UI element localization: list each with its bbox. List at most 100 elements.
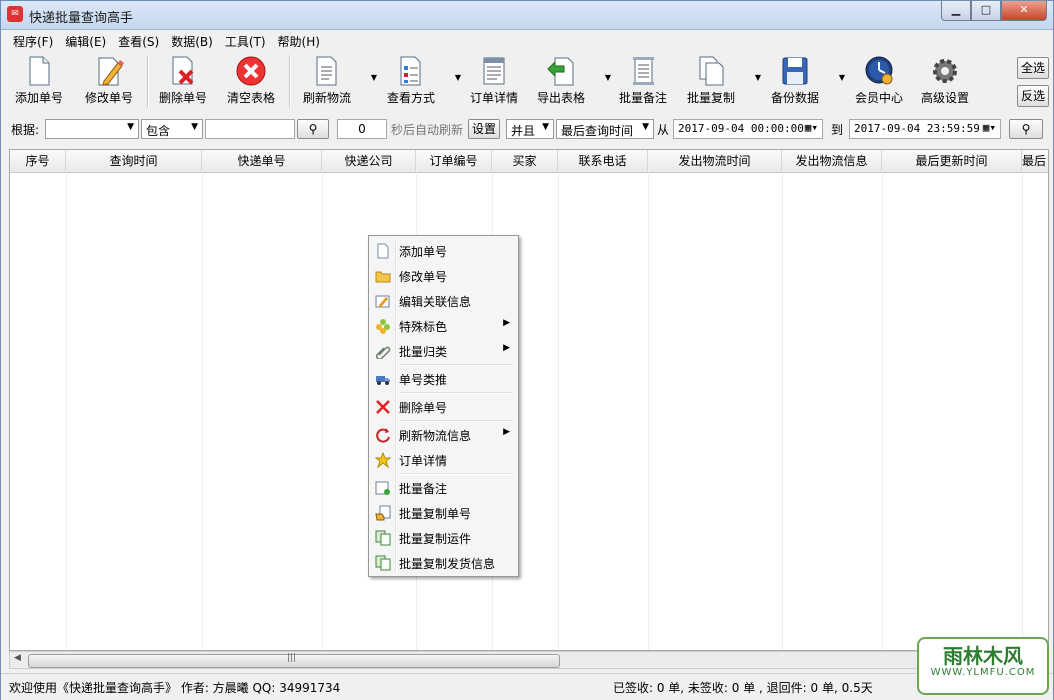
gear-icon (933, 59, 957, 83)
context-item-batch-note[interactable]: 批量备注 (371, 476, 516, 499)
scroll-note-icon (633, 57, 654, 85)
scrollbar-thumb[interactable]: ||| (28, 653, 560, 668)
view-mode-button[interactable]: 查看方式 ▼ (379, 53, 461, 111)
results-table[interactable]: 序号 查询时间 快递单号 快递公司 订单编号 买家 联系电话 发出物流时间 发出… (9, 149, 1049, 651)
export-arrow-icon (547, 57, 574, 86)
copy-hand-icon (375, 505, 391, 521)
table-header: 序号 查询时间 快递单号 快递公司 订单编号 买家 联系电话 发出物流时间 发出… (10, 150, 1048, 173)
blank-page-icon (29, 56, 50, 86)
date-search-button[interactable]: ⚲ (1009, 119, 1043, 139)
context-item-label: 特殊标色 (399, 320, 448, 334)
export-table-button[interactable]: 导出表格 ▼ (529, 53, 611, 111)
batch-copy-button[interactable]: 批量复制 ▼ (679, 53, 761, 111)
horizontal-scrollbar[interactable]: ◀ ||| ▶ (9, 651, 1047, 669)
menu-view[interactable]: 查看(S) (112, 31, 165, 51)
backup-dropdown-icon[interactable]: ▼ (839, 73, 845, 82)
title-bar[interactable]: ✉ 快递批量查询高手 ▁ □ ✕ (1, 1, 1053, 30)
to-datetime-value: 2017-09-04 23:59:59 (854, 122, 980, 135)
batch-note-button[interactable]: 批量备注 (611, 53, 675, 111)
advanced-settings-label: 高级设置 (920, 91, 969, 105)
time-field-value: 最后查询时间 (561, 124, 634, 138)
blank-page-icon (377, 243, 389, 259)
grid-divider (558, 172, 559, 650)
time-field-select[interactable]: 最后查询时间 ▼ (556, 119, 654, 139)
delete-number-button[interactable]: 删除单号 (151, 53, 215, 111)
to-datetime-input[interactable]: 2017-09-04 23:59:59 ▦▾ (849, 119, 1001, 139)
column-header-last-update[interactable]: 最后更新时间 (882, 150, 1022, 172)
close-icon[interactable]: ✕ (1001, 1, 1047, 21)
context-item-batch-copy-shipment[interactable]: 批量复制运件 (371, 526, 516, 549)
toolbar: 添加单号 修改单号 删除单号 清空表格 刷新物流 ▼ 查看方式 ▼ 订单详情 导… (7, 53, 1015, 113)
order-detail-button[interactable]: 订单详情 (462, 53, 526, 111)
context-item-edit-number[interactable]: 修改单号 (371, 264, 516, 287)
copy-dropdown-icon[interactable]: ▼ (755, 73, 761, 82)
column-header-last[interactable]: 最后 (1022, 150, 1048, 172)
context-item-number-infer[interactable]: 单号类推 (371, 367, 516, 390)
context-item-delete-number[interactable]: 删除单号 (371, 395, 516, 418)
refresh-seconds-input[interactable]: 0 (337, 119, 387, 139)
calendar-icon[interactable]: ▦▾ (805, 121, 818, 134)
backup-data-button[interactable]: 备份数据 ▼ (763, 53, 845, 111)
logic-select[interactable]: 并且 ▼ (506, 119, 554, 139)
context-item-special-color[interactable]: 特殊标色 ▶ (371, 314, 516, 337)
member-center-button[interactable]: 会员中心 (847, 53, 911, 111)
column-header-phone[interactable]: 联系电话 (558, 150, 648, 172)
grip-icon: ||| (287, 653, 297, 663)
column-header-tracking-number[interactable]: 快递单号 (202, 150, 322, 172)
filter-row: 根据: ▼ 包含 ▼ ⚲ 0 秒后自动刷新 设置 并且 ▼ 最后查询时间 ▼ 从… (1, 117, 1053, 143)
context-item-batch-classify[interactable]: 批量归类 ▶ (371, 339, 516, 362)
keyword-input[interactable] (205, 119, 295, 139)
context-item-add-number[interactable]: 添加单号 (371, 239, 516, 262)
column-header-query-time[interactable]: 查询时间 (66, 150, 202, 172)
advanced-settings-button[interactable]: 高级设置 (913, 53, 977, 111)
menu-bar: 程序(F) 编辑(E) 查看(S) 数据(B) 工具(T) 帮助(H) (7, 31, 326, 51)
context-item-order-detail[interactable]: 订单详情 (371, 448, 516, 471)
backup-data-label: 备份数据 (770, 91, 819, 105)
watermark-logo: 雨林木风 WWW.YLMFU.COM (917, 637, 1049, 695)
chevron-down-icon: ▼ (127, 122, 134, 132)
context-item-refresh-logistics[interactable]: 刷新物流信息 ▶ (371, 423, 516, 446)
context-item-label: 单号类推 (399, 373, 448, 387)
scroll-left-icon[interactable]: ◀ (14, 653, 21, 663)
menu-data[interactable]: 数据(B) (165, 31, 219, 51)
match-mode-select[interactable]: 包含 ▼ (141, 119, 203, 139)
calendar-icon[interactable]: ▦▾ (983, 121, 996, 134)
column-header-ship-info[interactable]: 发出物流信息 (782, 150, 882, 172)
context-item-label: 批量复制单号 (399, 507, 472, 521)
menu-tools[interactable]: 工具(T) (219, 31, 272, 51)
view-dropdown-icon[interactable]: ▼ (455, 73, 461, 82)
select-all-button[interactable]: 全选 (1017, 57, 1049, 79)
menu-separator (399, 420, 513, 422)
refresh-logistics-button[interactable]: 刷新物流 ▼ (295, 53, 377, 111)
column-header-courier[interactable]: 快递公司 (322, 150, 416, 172)
column-header-order-number[interactable]: 订单编号 (416, 150, 492, 172)
menu-help[interactable]: 帮助(H) (272, 31, 326, 51)
clear-table-button[interactable]: 清空表格 (219, 53, 283, 111)
refresh-dropdown-icon[interactable]: ▼ (371, 73, 377, 82)
filter-label: 根据: (11, 123, 40, 137)
grid-divider (322, 172, 323, 650)
context-item-edit-related-info[interactable]: 编辑关联信息 (371, 289, 516, 312)
menu-separator (399, 473, 513, 475)
context-menu: 添加单号 修改单号 编辑关联信息 特殊标色 ▶ 批量归类 ▶ 单号类推 删除单号 (368, 235, 519, 577)
set-button[interactable]: 设置 (468, 119, 500, 139)
maximize-icon[interactable]: □ (971, 1, 1001, 21)
menu-edit[interactable]: 编辑(E) (59, 31, 112, 51)
grid-divider (66, 172, 67, 650)
menu-program[interactable]: 程序(F) (7, 31, 59, 51)
search-button[interactable]: ⚲ (297, 119, 329, 139)
document-lines-icon (316, 56, 337, 86)
column-header-ship-time[interactable]: 发出物流时间 (648, 150, 782, 172)
context-item-batch-copy-shipping-info[interactable]: 批量复制发货信息 (371, 551, 516, 574)
column-header-index[interactable]: 序号 (10, 150, 66, 172)
column-header-buyer[interactable]: 买家 (492, 150, 558, 172)
filter-field-select[interactable]: ▼ (45, 119, 139, 139)
context-item-batch-copy-number[interactable]: 批量复制单号 (371, 501, 516, 524)
context-item-label: 批量归类 (399, 345, 448, 359)
edit-number-button[interactable]: 修改单号 (77, 53, 141, 111)
minimize-icon[interactable]: ▁ (941, 1, 971, 21)
grid-divider (648, 172, 649, 650)
invert-selection-button[interactable]: 反选 (1017, 85, 1049, 107)
from-datetime-input[interactable]: 2017-09-04 00:00:00 ▦▾ (673, 119, 823, 139)
add-number-button[interactable]: 添加单号 (7, 53, 71, 111)
